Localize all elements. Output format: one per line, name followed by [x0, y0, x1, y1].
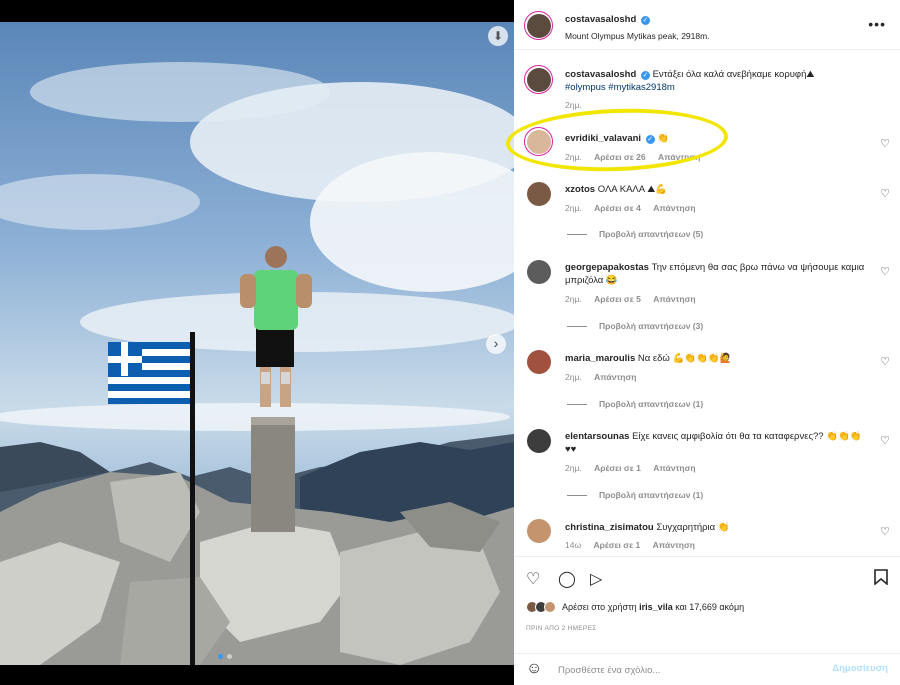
comment-username[interactable]: georgepapakostas: [565, 262, 649, 273]
comment-time: 2ημ.: [565, 152, 582, 162]
emoji-icon[interactable]: ☺: [526, 660, 542, 678]
comment-like-icon[interactable]: ♡: [880, 137, 890, 150]
comment-text: ΟΛΑ ΚΑΛΑ ⛰💪: [597, 184, 668, 195]
caption-hashtags[interactable]: #olympus #mytikas2918m: [565, 82, 675, 93]
comment-item: georgepapakostas Την επόμενη θα σας βρω …: [514, 257, 900, 337]
commenter-avatar[interactable]: [527, 350, 551, 374]
verified-icon: ✓: [640, 16, 650, 25]
comment-like-icon[interactable]: ♡: [880, 187, 890, 200]
share-icon[interactable]: ▷: [590, 569, 602, 589]
comment-time: 14ω: [565, 540, 582, 550]
replies-line: [567, 403, 587, 405]
more-options-icon[interactable]: •••: [868, 16, 886, 32]
verified-icon: ✓: [645, 135, 655, 144]
comment-username[interactable]: elentarsounas: [565, 431, 629, 442]
comment-username[interactable]: xzotos: [565, 184, 595, 195]
view-replies-label[interactable]: Προβολή απαντήσεων (3): [599, 321, 703, 331]
comment-like-icon[interactable]: ♡: [880, 525, 890, 538]
reply-button[interactable]: Απάντηση: [653, 203, 695, 213]
likes-summary[interactable]: Αρέσει στο χρήστη iris_vila και 17,669 α…: [526, 601, 744, 613]
comment-username[interactable]: maria_maroulis: [565, 353, 635, 364]
likes-suffix[interactable]: και 17,669 ακόμη: [675, 602, 744, 612]
comment-item: maria_maroulis Να εδώ 💪👏👏👏🙋 2ημ. Απάντησ…: [514, 348, 900, 416]
replies-line: [567, 494, 587, 496]
add-comment-bar: ☺ Δημοσίευση: [514, 653, 900, 685]
comment-likes[interactable]: Αρέσει σε 4: [594, 203, 641, 213]
commenter-avatar[interactable]: [527, 260, 551, 284]
reply-button[interactable]: Απάντηση: [594, 372, 636, 382]
view-replies-button[interactable]: Προβολή απαντήσεων (5): [567, 229, 703, 239]
like-icon[interactable]: ♡: [526, 569, 540, 589]
caption-time: 2ημ.: [565, 100, 582, 110]
view-replies-label[interactable]: Προβολή απαντήσεων (1): [599, 399, 703, 409]
carousel-dot: [227, 654, 232, 659]
post-caption: costavasaloshd ✓ Εντάξει όλα καλά ανεβήκ…: [514, 58, 900, 113]
comment-item: christina_zisimatou Συγχαρητήρια 👏 14ω Α…: [514, 517, 900, 553]
caption-text: Εντάξει όλα καλά ανεβήκαμε κορυφή⛰: [652, 69, 815, 80]
reply-button[interactable]: Απάντηση: [658, 152, 700, 162]
comment-item: evridiki_valavani ✓ 👏 2ημ. Αρέσει σε 26 …: [514, 124, 900, 174]
post-panel: costavasaloshd ✓ Mount Olympus Mytikas p…: [514, 0, 900, 685]
comment-username[interactable]: evridiki_valavani: [565, 133, 641, 144]
comment-likes[interactable]: Αρέσει σε 5: [594, 294, 641, 304]
post-photo: ⬇ ›: [0, 0, 514, 685]
reply-button[interactable]: Απάντηση: [653, 540, 695, 550]
post-header: costavasaloshd ✓ Mount Olympus Mytikas p…: [514, 0, 900, 50]
comment-like-icon[interactable]: ♡: [880, 265, 890, 278]
caption-username[interactable]: costavasaloshd: [565, 69, 636, 80]
post-timestamp: ΠΡΙΝ ΑΠΟ 2 ΗΜΕΡΕΣ: [526, 625, 597, 632]
view-replies-label[interactable]: Προβολή απαντήσεων (1): [599, 490, 703, 500]
comment-text: Να εδώ 💪👏👏👏🙋: [637, 353, 732, 364]
author-username[interactable]: costavasaloshd: [565, 14, 636, 25]
comment-icon[interactable]: ◯: [558, 569, 576, 589]
view-replies-button[interactable]: Προβολή απαντήσεων (3): [567, 321, 703, 331]
carousel-dot: [218, 654, 223, 659]
comment-likes[interactable]: Αρέσει σε 1: [593, 540, 640, 550]
comment-time: 2ημ.: [565, 294, 582, 304]
comment-item: xzotos ΟΛΑ ΚΑΛΑ ⛰💪 2ημ. Αρέσει σε 4 Απάν…: [514, 178, 900, 250]
comment-username[interactable]: christina_zisimatou: [565, 522, 654, 533]
commenter-avatar[interactable]: [527, 519, 551, 543]
mountain-summit-photo: [0, 22, 514, 665]
view-replies-label[interactable]: Προβολή απαντήσεων (5): [599, 229, 703, 239]
download-icon[interactable]: ⬇: [488, 26, 508, 46]
carousel-dots: [218, 654, 232, 659]
comment-text: 👏: [657, 133, 670, 144]
reply-button[interactable]: Απάντηση: [653, 463, 695, 473]
likes-prefix: Αρέσει στο χρήστη: [562, 602, 637, 612]
bookmark-icon: [874, 569, 888, 586]
post-comment-button[interactable]: Δημοσίευση: [832, 663, 888, 674]
comment-time: 2ημ.: [565, 203, 582, 213]
likes-user[interactable]: iris_vila: [639, 602, 673, 612]
comment-likes[interactable]: Αρέσει σε 26: [594, 152, 645, 162]
commenter-avatar[interactable]: [527, 429, 551, 453]
post-location[interactable]: Mount Olympus Mytikas peak, 2918m.: [565, 31, 710, 41]
view-replies-button[interactable]: Προβολή απαντήσεων (1): [567, 490, 703, 500]
save-icon[interactable]: [874, 569, 888, 590]
comment-time: 2ημ.: [565, 372, 582, 382]
comment-input[interactable]: [558, 661, 818, 679]
post-actions: ♡ ◯ ▷ Αρέσει στο χρήστη iris_vila και 17…: [514, 556, 900, 653]
reply-button[interactable]: Απάντηση: [653, 294, 695, 304]
verified-icon: ✓: [640, 71, 650, 80]
commenter-avatar[interactable]: [527, 182, 551, 206]
liker-avatar: [544, 601, 556, 613]
commenter-avatar[interactable]: [524, 127, 553, 156]
next-image-button[interactable]: ›: [486, 334, 506, 354]
replies-line: [567, 325, 587, 327]
replies-line: [567, 233, 587, 235]
author-avatar[interactable]: [524, 11, 553, 40]
comment-time: 2ημ.: [565, 463, 582, 473]
comment-likes[interactable]: Αρέσει σε 1: [594, 463, 641, 473]
author-avatar[interactable]: [524, 65, 553, 94]
comment-like-icon[interactable]: ♡: [880, 434, 890, 447]
view-replies-button[interactable]: Προβολή απαντήσεων (1): [567, 399, 703, 409]
comment-like-icon[interactable]: ♡: [880, 355, 890, 368]
comment-text: Συγχαρητήρια 👏: [656, 522, 730, 533]
comment-item: elentarsounas Είχε κανεις αμφιβολία ότι …: [514, 426, 900, 506]
